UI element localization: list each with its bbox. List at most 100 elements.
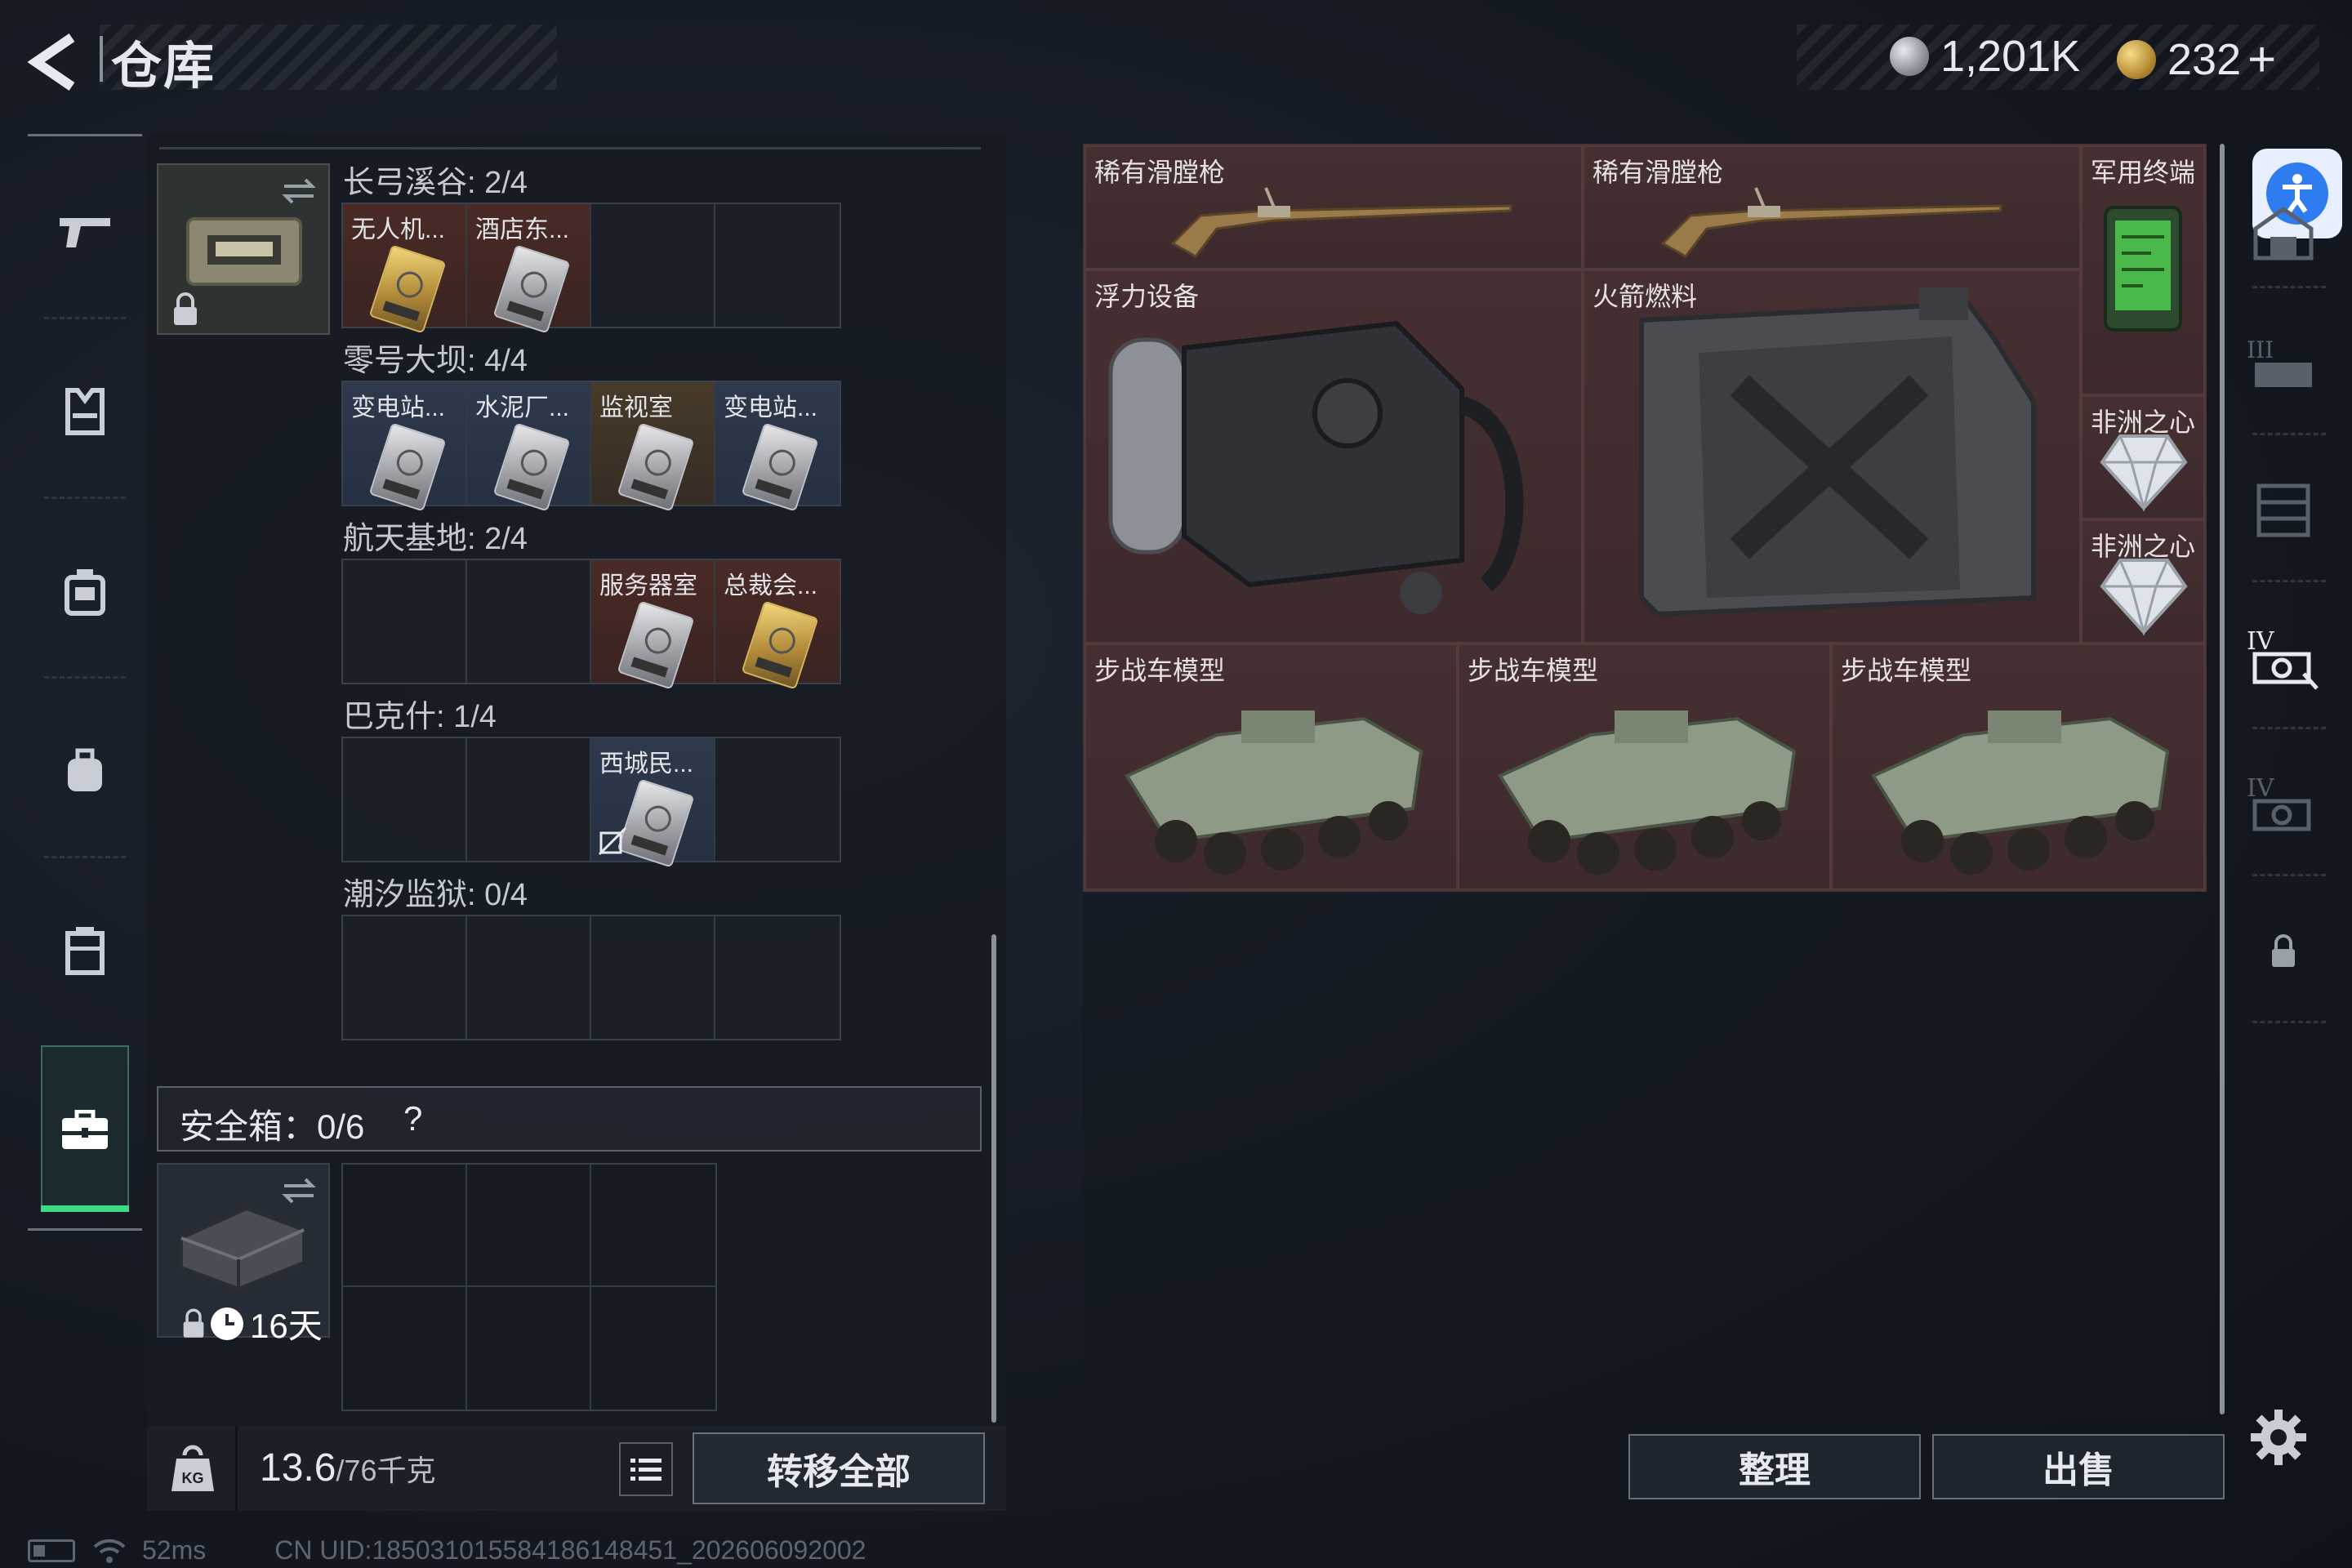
- safe-box-cell[interactable]: [591, 1165, 715, 1287]
- empty-keycard-slot[interactable]: [467, 738, 591, 861]
- inventory-scrollbar[interactable]: [991, 934, 996, 1423]
- sidebar-item-backpack[interactable]: [28, 689, 142, 853]
- level-3-shelf-icon: [2256, 483, 2310, 537]
- safe-box-label: 安全箱：0/6: [180, 1107, 365, 1146]
- add-currency-button[interactable]: +: [2247, 31, 2276, 87]
- sidebar-item-armor[interactable]: [28, 330, 142, 493]
- storage-item-rocket-fuel[interactable]: 火箭燃料: [1583, 270, 2081, 644]
- empty-keycard-slot[interactable]: [591, 204, 715, 327]
- sidebar-item-case[interactable]: [28, 1049, 142, 1212]
- sell-button[interactable]: 出售: [1932, 1434, 2225, 1499]
- keycard-slot[interactable]: 变电站...: [715, 382, 840, 512]
- level-3-storage-icon: III: [2247, 336, 2312, 387]
- storage-item-ifv-model[interactable]: 步战车模型: [1085, 644, 1458, 890]
- storage-tab-level-3[interactable]: III: [2234, 302, 2332, 425]
- panel-top-divider: [159, 147, 981, 149]
- warehouse-icon: [2253, 206, 2314, 261]
- safe-box-cell[interactable]: [467, 1165, 591, 1287]
- storage-tab-shelf[interactable]: [2234, 449, 2332, 572]
- keycard-holder-slot[interactable]: [157, 163, 330, 335]
- ifv-model-icon: [1871, 710, 2170, 875]
- group-label-bakhsh: 巴克什: 1/4: [343, 700, 497, 734]
- empty-keycard-slot[interactable]: [467, 560, 591, 683]
- keycard-icon: [368, 422, 447, 512]
- empty-keycard-slot[interactable]: [715, 204, 840, 327]
- armor-vest-icon: [65, 388, 105, 435]
- backpack-icon: [68, 748, 102, 791]
- container-icon: [65, 927, 105, 975]
- svg-text:KG: KG: [182, 1470, 204, 1486]
- silver-currency: 1,201K: [1890, 31, 2080, 82]
- gold-amount: 232: [2167, 34, 2242, 84]
- empty-keycard-slot[interactable]: [343, 738, 467, 861]
- keycard-slot[interactable]: 酒店东...: [467, 204, 591, 334]
- empty-keycard-slot[interactable]: [715, 916, 840, 1039]
- safe-box-cell[interactable]: [591, 1287, 715, 1410]
- keycard-slot[interactable]: 服务器室: [591, 560, 715, 690]
- sidebar-separator: [44, 497, 126, 499]
- storage-item-musket[interactable]: 稀有滑膛枪: [1583, 145, 2081, 270]
- sidebar-item-rig[interactable]: [28, 510, 142, 673]
- keycard-icon: [617, 600, 695, 690]
- swap-icon[interactable]: [281, 176, 317, 206]
- storage-item-heart-of-africa[interactable]: 非洲之心: [2081, 395, 2205, 519]
- storage-item-musket[interactable]: 稀有滑膛枪: [1085, 145, 1583, 270]
- empty-keycard-slot[interactable]: [591, 916, 715, 1039]
- storage-empty-area[interactable]: [1083, 893, 2207, 1416]
- group-label-longbow-valley: 长弓溪谷: 2/4: [343, 166, 528, 200]
- sort-button[interactable]: 整理: [1628, 1434, 1921, 1499]
- empty-keycard-slot[interactable]: [343, 560, 467, 683]
- empty-keycard-slot[interactable]: [715, 738, 840, 861]
- currency-bar: 1,201K 232 +: [1797, 24, 2319, 90]
- safe-box-slot[interactable]: 16天: [157, 1163, 330, 1345]
- safe-box-cell[interactable]: [467, 1287, 591, 1410]
- sidebar-top-line: [28, 134, 142, 136]
- storage-tab-level-4-active[interactable]: IV: [2234, 596, 2332, 719]
- right-sidebar-separator: [2252, 286, 2326, 288]
- storage-item-heart-of-africa[interactable]: 非洲之心: [2081, 519, 2205, 644]
- briefcase-icon: [62, 1110, 108, 1149]
- empty-keycard-slot[interactable]: [343, 916, 467, 1039]
- storage-tab-locked[interactable]: [2234, 890, 2332, 1013]
- storage-item-military-terminal[interactable]: 军用终端: [2081, 145, 2205, 395]
- wifi-icon: [93, 1539, 126, 1563]
- safe-box-cell[interactable]: [343, 1165, 467, 1287]
- list-icon: [630, 1459, 662, 1481]
- keycard-slot[interactable]: 无人机...: [343, 204, 467, 334]
- keycard-slot[interactable]: 变电站...: [343, 382, 467, 512]
- storage-item-buoyancy-device[interactable]: 浮力设备: [1085, 270, 1583, 644]
- level-4-storage-icon: IV: [2247, 627, 2319, 690]
- keycard-row-space-base: 服务器室 总裁会...: [341, 559, 841, 690]
- keycard-row-longbow-valley: 无人机... 酒店东...: [341, 203, 841, 334]
- sidebar-item-weapons[interactable]: [28, 150, 142, 314]
- storage-tab-level-4[interactable]: IV: [2234, 743, 2332, 866]
- safe-box-timer: 16天: [181, 1298, 323, 1348]
- transfer-all-button[interactable]: 转移全部: [693, 1432, 985, 1504]
- keycard-slot[interactable]: 水泥厂...: [467, 382, 591, 512]
- sidebar-item-container[interactable]: [28, 869, 142, 1032]
- empty-keycard-slot[interactable]: [467, 916, 591, 1039]
- safe-box-cell[interactable]: [343, 1287, 467, 1410]
- gold-currency: 232 +: [2117, 31, 2276, 87]
- keycard-slot[interactable]: 总裁会...: [715, 560, 840, 690]
- right-sidebar-separator: [2252, 727, 2326, 729]
- storage-scrollbar[interactable]: [2220, 144, 2225, 1414]
- keycard-row-tidal-prison: [341, 915, 841, 1040]
- storage-tab-warehouse[interactable]: [2234, 172, 2332, 294]
- keycard-icon: [617, 422, 695, 512]
- back-arrow-icon[interactable]: [24, 29, 90, 95]
- list-view-button[interactable]: [619, 1442, 673, 1496]
- ifv-model-icon: [1498, 710, 1797, 875]
- storage-item-ifv-model[interactable]: 步战车模型: [1458, 644, 1831, 890]
- keycard-icon: [368, 244, 447, 334]
- keycard-slot[interactable]: 监视室: [591, 382, 715, 512]
- right-sidebar-separator: [2252, 874, 2326, 876]
- svg-text:IV: IV: [2247, 774, 2275, 803]
- keycard-icon: [741, 422, 819, 512]
- group-label-tidal-prison: 潮汐监狱: 0/4: [343, 878, 528, 912]
- storage-item-ifv-model[interactable]: 步战车模型: [1831, 644, 2205, 890]
- weight-max: /76千克: [336, 1454, 436, 1487]
- settings-gear-icon[interactable]: [2247, 1406, 2310, 1468]
- safe-box-help-button[interactable]: ?: [403, 1099, 422, 1138]
- keycard-slot[interactable]: 西城民...: [591, 738, 715, 868]
